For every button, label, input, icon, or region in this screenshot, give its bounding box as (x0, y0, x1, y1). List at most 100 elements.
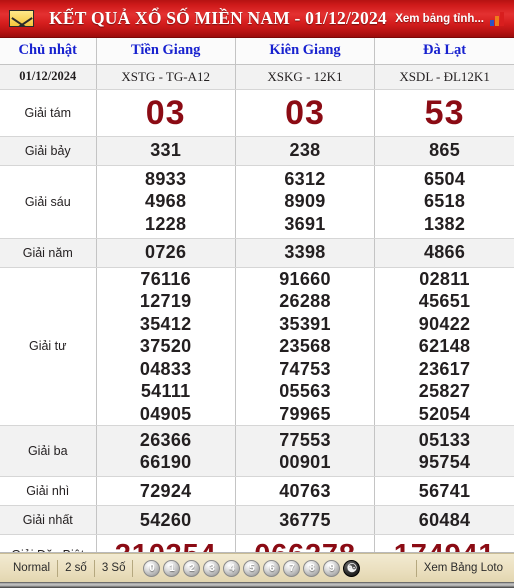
envelope-icon (9, 10, 34, 27)
prize-number: 52054 (418, 403, 471, 424)
digit-filter-0[interactable]: 0 (143, 559, 161, 577)
prize-numbers-da-lat: 02811 45651 90422 62148 23617 25827 52054 (374, 267, 514, 426)
prize-number: 26366 (139, 429, 192, 450)
prize-number: 4968 (145, 191, 187, 212)
digit-filter-2[interactable]: 2 (183, 559, 201, 577)
view-province-table-link[interactable]: Xem bảng tỉnh... (395, 13, 484, 25)
prize-numbers-tien-giang: 0726 (96, 238, 236, 268)
prize-number: 25827 (418, 381, 471, 401)
prize-numbers-tien-giang: 310354 (96, 534, 236, 552)
prize-number: 26288 (279, 291, 331, 311)
column-header-kien-giang[interactable]: Kiên Giang (235, 38, 376, 65)
prize-numbers-kien-giang: 6312 8909 3691 (235, 165, 376, 239)
digit-filter-3[interactable]: 3 (203, 559, 221, 577)
digit-filter-group: 0 1 2 3 4 5 6 7 8 9 ☯ (133, 559, 366, 577)
prize-number: 03 (145, 93, 186, 132)
draw-code-kien-giang: XSKG - 12K1 (235, 64, 376, 90)
table-row: Giải Đặc Biệt 310354 066278 174941 (0, 534, 514, 552)
prize-number: 4866 (423, 242, 466, 263)
table-row: Giải sáu 8933 4968 1228 6312 8909 3691 6504 6… (0, 165, 514, 239)
prize-number: 6518 (423, 191, 466, 212)
prize-number: 04905 (139, 403, 192, 424)
toolbar-right: Xem Bảng Loto (415, 559, 510, 577)
column-header-tien-giang[interactable]: Tiền Giang (96, 38, 236, 65)
prize-number: 36775 (279, 509, 331, 530)
prize-number: 37520 (139, 336, 192, 356)
bar-chart-icon[interactable] (490, 12, 506, 26)
prize-numbers-tien-giang: 03 (96, 89, 236, 137)
prize-label: Giải bảy (0, 136, 97, 166)
prize-numbers-tien-giang: 54260 (96, 505, 236, 535)
window-titlebar: KẾT QUẢ XỔ SỐ MIỀN NAM - 01/12/2024 Xem … (0, 0, 514, 38)
prize-numbers-kien-giang: 066278 (235, 534, 376, 552)
prize-numbers-kien-giang: 91660 26288 35391 23568 74753 05563 79965 (235, 267, 376, 426)
digit-filter-8[interactable]: 8 (303, 559, 321, 577)
prize-number: 066278 (236, 538, 374, 552)
prize-number: 54260 (139, 509, 192, 530)
mode-2-digit-button[interactable]: 2 số (58, 562, 94, 574)
table-row: Giải năm 0726 3398 4866 (0, 238, 514, 268)
results-table-container: Chủ nhật Tiền Giang Kiên Giang Đà Lạt 01… (0, 38, 514, 553)
prize-number: 23568 (279, 336, 331, 356)
prize-number: 91660 (279, 268, 331, 289)
prize-number: 00901 (279, 452, 331, 472)
window-bottom-edge (0, 582, 514, 588)
digit-filter-1[interactable]: 1 (163, 559, 181, 577)
prize-label: Giải năm (0, 238, 97, 268)
prize-number: 174941 (375, 538, 514, 552)
prize-number: 74753 (279, 358, 331, 379)
prize-number: 3691 (284, 213, 326, 234)
digit-filter-9[interactable]: 9 (323, 559, 341, 577)
prize-numbers-da-lat: 6504 6518 1382 (374, 165, 514, 239)
prize-number: 45651 (418, 291, 471, 311)
digit-filter-5[interactable]: 5 (243, 559, 261, 577)
prize-number: 77553 (279, 429, 331, 450)
titlebar-actions: Xem bảng tỉnh... (395, 0, 506, 38)
digit-filter-7[interactable]: 7 (283, 559, 301, 577)
prize-number: 8933 (145, 168, 187, 189)
prize-number: 05133 (418, 429, 471, 450)
draw-date: 01/12/2024 (0, 64, 97, 90)
prize-numbers-da-lat: 53 (374, 89, 514, 137)
prize-number: 60484 (418, 509, 471, 530)
prize-label: Giải Đặc Biệt (0, 534, 97, 552)
digit-filter-4[interactable]: 4 (223, 559, 241, 577)
prize-numbers-da-lat: 56741 (374, 476, 514, 506)
prize-number: 05563 (279, 381, 331, 401)
prize-number: 02811 (419, 268, 470, 289)
table-row: Giải nhất 54260 36775 60484 (0, 505, 514, 535)
prize-label: Giải nhất (0, 505, 97, 535)
prize-number: 62148 (418, 336, 471, 356)
prize-numbers-da-lat: 4866 (374, 238, 514, 268)
table-row: Giải nhì 72924 40763 56741 (0, 476, 514, 506)
prize-number: 3398 (284, 242, 326, 263)
table-row: Giải bảy 331 238 865 (0, 136, 514, 166)
view-loto-table-button[interactable]: Xem Bảng Loto (417, 562, 510, 574)
prize-number: 331 (150, 140, 182, 161)
prize-number: 79965 (279, 403, 331, 424)
prize-numbers-kien-giang: 36775 (235, 505, 376, 535)
prize-numbers-kien-giang: 3398 (235, 238, 376, 268)
prize-number: 40763 (279, 480, 331, 501)
prize-number: 66190 (139, 452, 192, 472)
mode-3-digit-button[interactable]: 3 Số (95, 562, 133, 574)
lottery-results-window: KẾT QUẢ XỔ SỐ MIỀN NAM - 01/12/2024 Xem … (0, 0, 514, 588)
prize-number: 90422 (418, 313, 471, 334)
prize-number: 04833 (139, 358, 192, 379)
prize-number: 53 (424, 93, 465, 132)
yin-yang-icon[interactable]: ☯ (343, 559, 361, 577)
digit-filter-6[interactable]: 6 (263, 559, 281, 577)
prize-numbers-tien-giang: 72924 (96, 476, 236, 506)
column-header-da-lat[interactable]: Đà Lạt (374, 38, 514, 65)
prize-numbers-da-lat: 865 (374, 136, 514, 166)
table-row: Giải tư 76116 12719 35412 37520 04833 54111 04… (0, 267, 514, 426)
prize-number: 8909 (284, 191, 326, 212)
table-row: Giải tám 03 03 53 (0, 89, 514, 137)
prize-number: 03 (285, 93, 325, 132)
prize-number: 56741 (418, 480, 471, 501)
prize-number: 35412 (139, 313, 192, 334)
mode-normal-button[interactable]: Normal (6, 562, 57, 574)
prize-number: 1228 (145, 213, 187, 234)
prize-numbers-kien-giang: 77553 00901 (235, 425, 376, 477)
prize-label: Giải sáu (0, 165, 97, 239)
